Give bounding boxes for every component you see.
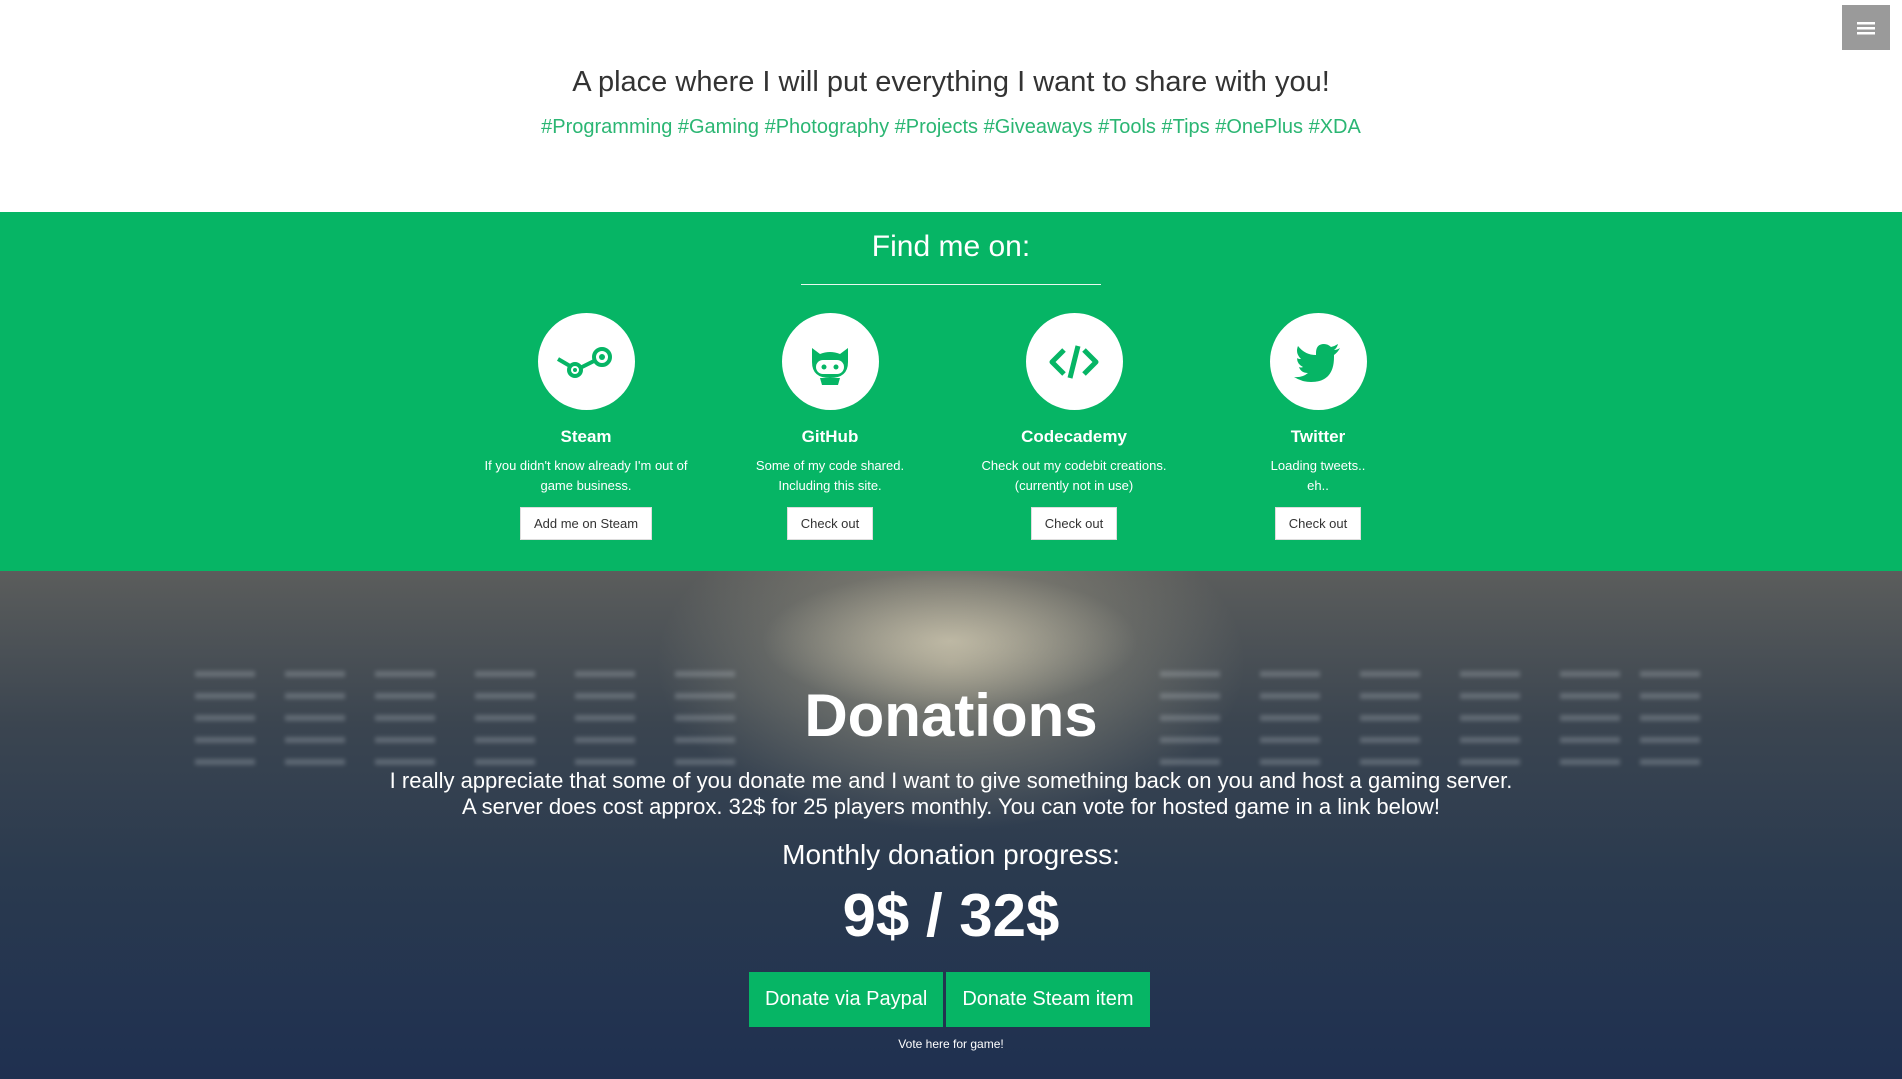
- donations-title: Donations: [804, 682, 1098, 749]
- find-me-title: Find me on:: [871, 230, 1031, 263]
- card-description-line: Check out my codebit creations.: [981, 458, 1167, 473]
- donate-paypal-button[interactable]: Donate via Paypal: [749, 972, 944, 1027]
- card-description-line: Including this site.: [778, 478, 882, 493]
- twitter-bird-icon: [1294, 343, 1340, 382]
- card-description: Check out my codebit creations. (current…: [944, 456, 1204, 496]
- card-codecademy: Codecademy Check out my codebit creation…: [944, 313, 1204, 540]
- tagline: A place where I will put everything I wa…: [572, 66, 1330, 98]
- github-check-out-button[interactable]: Check out: [786, 507, 874, 540]
- card-steam: Steam If you didn't know already I'm out…: [456, 313, 716, 540]
- card-title: Steam: [560, 427, 612, 446]
- menu-button[interactable]: [1842, 5, 1890, 50]
- steam-icon: [556, 346, 612, 378]
- card-description-line: If you didn't know already I'm out of: [484, 458, 688, 473]
- card-twitter: Twitter Loading tweets.. eh.. Check out: [1188, 313, 1448, 540]
- hashtags: #Programming #Gaming #Photography #Proje…: [541, 116, 1361, 138]
- donations-text-line: I really appreciate that some of you don…: [389, 768, 1513, 793]
- hamburger-menu-icon: [1857, 21, 1875, 34]
- codecademy-check-out-button[interactable]: Check out: [1030, 507, 1118, 540]
- donations-text: I really appreciate that some of you don…: [0, 768, 1902, 820]
- twitter-circle[interactable]: [1269, 313, 1367, 410]
- card-title: Codecademy: [1021, 427, 1127, 446]
- code-icon: [1049, 344, 1099, 379]
- card-description-line: game business.: [540, 478, 632, 493]
- card-description-line: Some of my code shared.: [755, 458, 905, 473]
- github-circle[interactable]: [781, 313, 879, 410]
- find-me-section: Find me on: Steam If you didn't know alr…: [0, 212, 1902, 571]
- codecademy-circle[interactable]: [1025, 313, 1123, 410]
- card-description: Some of my code shared. Including this s…: [700, 456, 960, 496]
- card-description-line: Loading tweets..: [1270, 458, 1366, 473]
- card-github: GitHub Some of my code shared. Including…: [700, 313, 960, 540]
- card-title: GitHub: [801, 427, 859, 446]
- donate-steam-item-button[interactable]: Donate Steam item: [946, 972, 1150, 1027]
- card-description: If you didn't know already I'm out of ga…: [456, 456, 716, 496]
- steam-circle[interactable]: [537, 313, 635, 410]
- donations-section: Donations I really appreciate that some …: [0, 571, 1902, 1079]
- donation-buttons: Donate via Paypal Donate Steam item: [749, 972, 1150, 1027]
- card-description-line: eh..: [1307, 478, 1329, 493]
- add-me-on-steam-button[interactable]: Add me on Steam: [519, 507, 653, 540]
- twitter-check-out-button[interactable]: Check out: [1274, 507, 1362, 540]
- header: A place where I will put everything I wa…: [0, 0, 1902, 212]
- github-icon: [812, 347, 848, 385]
- vote-link[interactable]: Vote here for game!: [0, 1037, 1902, 1051]
- card-description: Loading tweets.. eh..: [1188, 456, 1448, 496]
- divider: [801, 284, 1101, 285]
- card-description-line: (currently not in use): [1014, 478, 1134, 493]
- donation-progress-label: Monthly donation progress:: [782, 839, 1120, 870]
- card-title: Twitter: [1290, 427, 1346, 446]
- donations-text-line: A server does cost approx. 32$ for 25 pl…: [462, 794, 1440, 819]
- donation-progress-value: 9$ / 32$: [842, 882, 1060, 949]
